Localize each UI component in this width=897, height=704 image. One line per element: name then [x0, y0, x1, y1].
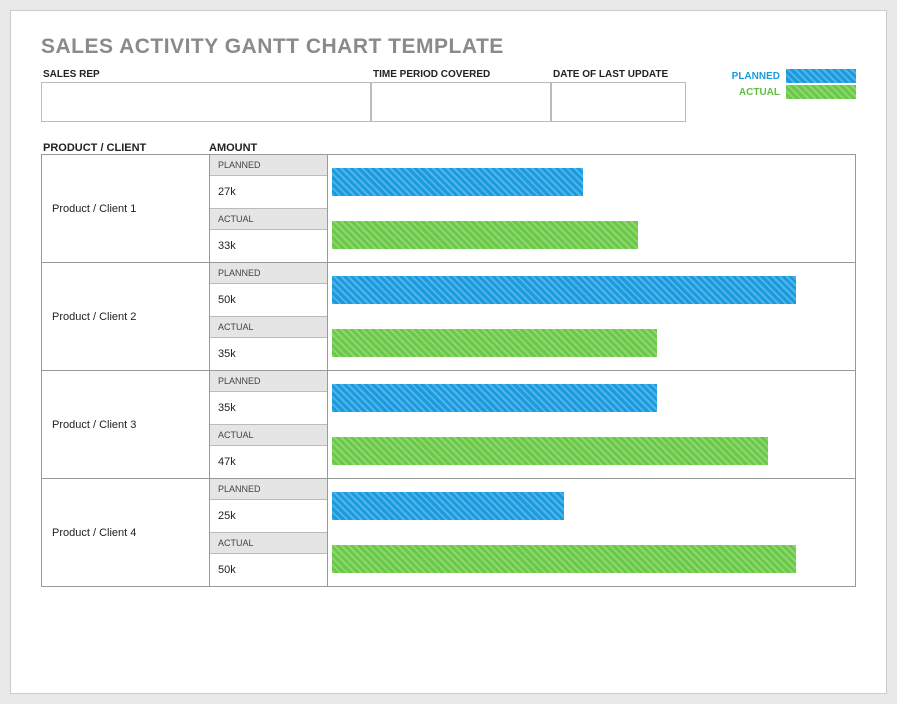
bar-actual [332, 545, 796, 573]
amount-column: PLANNED27kACTUAL33k [210, 155, 328, 262]
product-name: Product / Client 4 [42, 479, 210, 586]
field-input-sales-rep[interactable] [41, 82, 371, 122]
field-sales-rep: SALES REP [41, 69, 371, 122]
amount-column: PLANNED50kACTUAL35k [210, 263, 328, 370]
bar-planned [332, 168, 583, 196]
bar-slot-actual [328, 533, 855, 587]
product-name: Product / Client 2 [42, 263, 210, 370]
page-title: SALES ACTIVITY GANTT CHART TEMPLATE [41, 35, 856, 59]
bar-slot-planned [328, 263, 855, 317]
sublabel-actual: ACTUAL [210, 425, 327, 446]
col-header-product: PRODUCT / CLIENT [41, 142, 209, 154]
amount-column: PLANNED25kACTUAL50k [210, 479, 328, 586]
field-label-sales-rep: SALES REP [41, 69, 371, 80]
field-last-update: DATE OF LAST UPDATE [551, 69, 686, 122]
bar-slot-planned [328, 155, 855, 209]
bar-column [328, 263, 855, 370]
document-page: SALES ACTIVITY GANTT CHART TEMPLATE SALE… [10, 10, 887, 694]
sublabel-actual: ACTUAL [210, 317, 327, 338]
amount-planned: 27k [210, 176, 327, 209]
bar-planned [332, 384, 657, 412]
bar-column [328, 155, 855, 262]
legend-label-actual: ACTUAL [739, 87, 780, 98]
field-label-time-period: TIME PERIOD COVERED [371, 69, 551, 80]
legend-swatch-actual [786, 85, 856, 99]
sublabel-planned: PLANNED [210, 479, 327, 500]
header-fields: SALES REP TIME PERIOD COVERED DATE OF LA… [41, 69, 856, 122]
bar-planned [332, 276, 796, 304]
table-row: Product / Client 2PLANNED50kACTUAL35k [42, 263, 855, 371]
gantt-table: Product / Client 1PLANNED27kACTUAL33kPro… [41, 154, 856, 587]
table-row: Product / Client 3PLANNED35kACTUAL47k [42, 371, 855, 479]
sublabel-actual: ACTUAL [210, 209, 327, 230]
col-header-amount: AMOUNT [209, 142, 327, 154]
field-input-time-period[interactable] [371, 82, 551, 122]
amount-actual: 47k [210, 446, 327, 478]
bar-slot-actual [328, 209, 855, 263]
amount-actual: 33k [210, 230, 327, 262]
legend-label-planned: PLANNED [732, 71, 780, 82]
bar-slot-planned [328, 371, 855, 425]
legend-swatch-planned [786, 69, 856, 83]
bar-actual [332, 329, 657, 357]
sublabel-planned: PLANNED [210, 263, 327, 284]
product-name: Product / Client 1 [42, 155, 210, 262]
bar-column [328, 479, 855, 586]
sublabel-planned: PLANNED [210, 155, 327, 176]
sublabel-actual: ACTUAL [210, 533, 327, 554]
bar-actual [332, 437, 768, 465]
field-input-last-update[interactable] [551, 82, 686, 122]
bar-actual [332, 221, 638, 249]
table-row: Product / Client 1PLANNED27kACTUAL33k [42, 155, 855, 263]
bar-planned [332, 492, 564, 520]
bar-column [328, 371, 855, 478]
product-name: Product / Client 3 [42, 371, 210, 478]
legend-planned: PLANNED [732, 69, 856, 83]
sublabel-planned: PLANNED [210, 371, 327, 392]
amount-actual: 50k [210, 554, 327, 586]
legend: PLANNED ACTUAL [732, 69, 856, 99]
bar-slot-planned [328, 479, 855, 533]
amount-planned: 35k [210, 392, 327, 425]
bar-slot-actual [328, 425, 855, 479]
field-time-period: TIME PERIOD COVERED [371, 69, 551, 122]
field-label-last-update: DATE OF LAST UPDATE [551, 69, 686, 80]
table-header: PRODUCT / CLIENT AMOUNT [41, 142, 856, 154]
legend-actual: ACTUAL [732, 85, 856, 99]
amount-planned: 50k [210, 284, 327, 317]
bar-slot-actual [328, 317, 855, 371]
amount-planned: 25k [210, 500, 327, 533]
amount-column: PLANNED35kACTUAL47k [210, 371, 328, 478]
table-row: Product / Client 4PLANNED25kACTUAL50k [42, 479, 855, 587]
amount-actual: 35k [210, 338, 327, 370]
